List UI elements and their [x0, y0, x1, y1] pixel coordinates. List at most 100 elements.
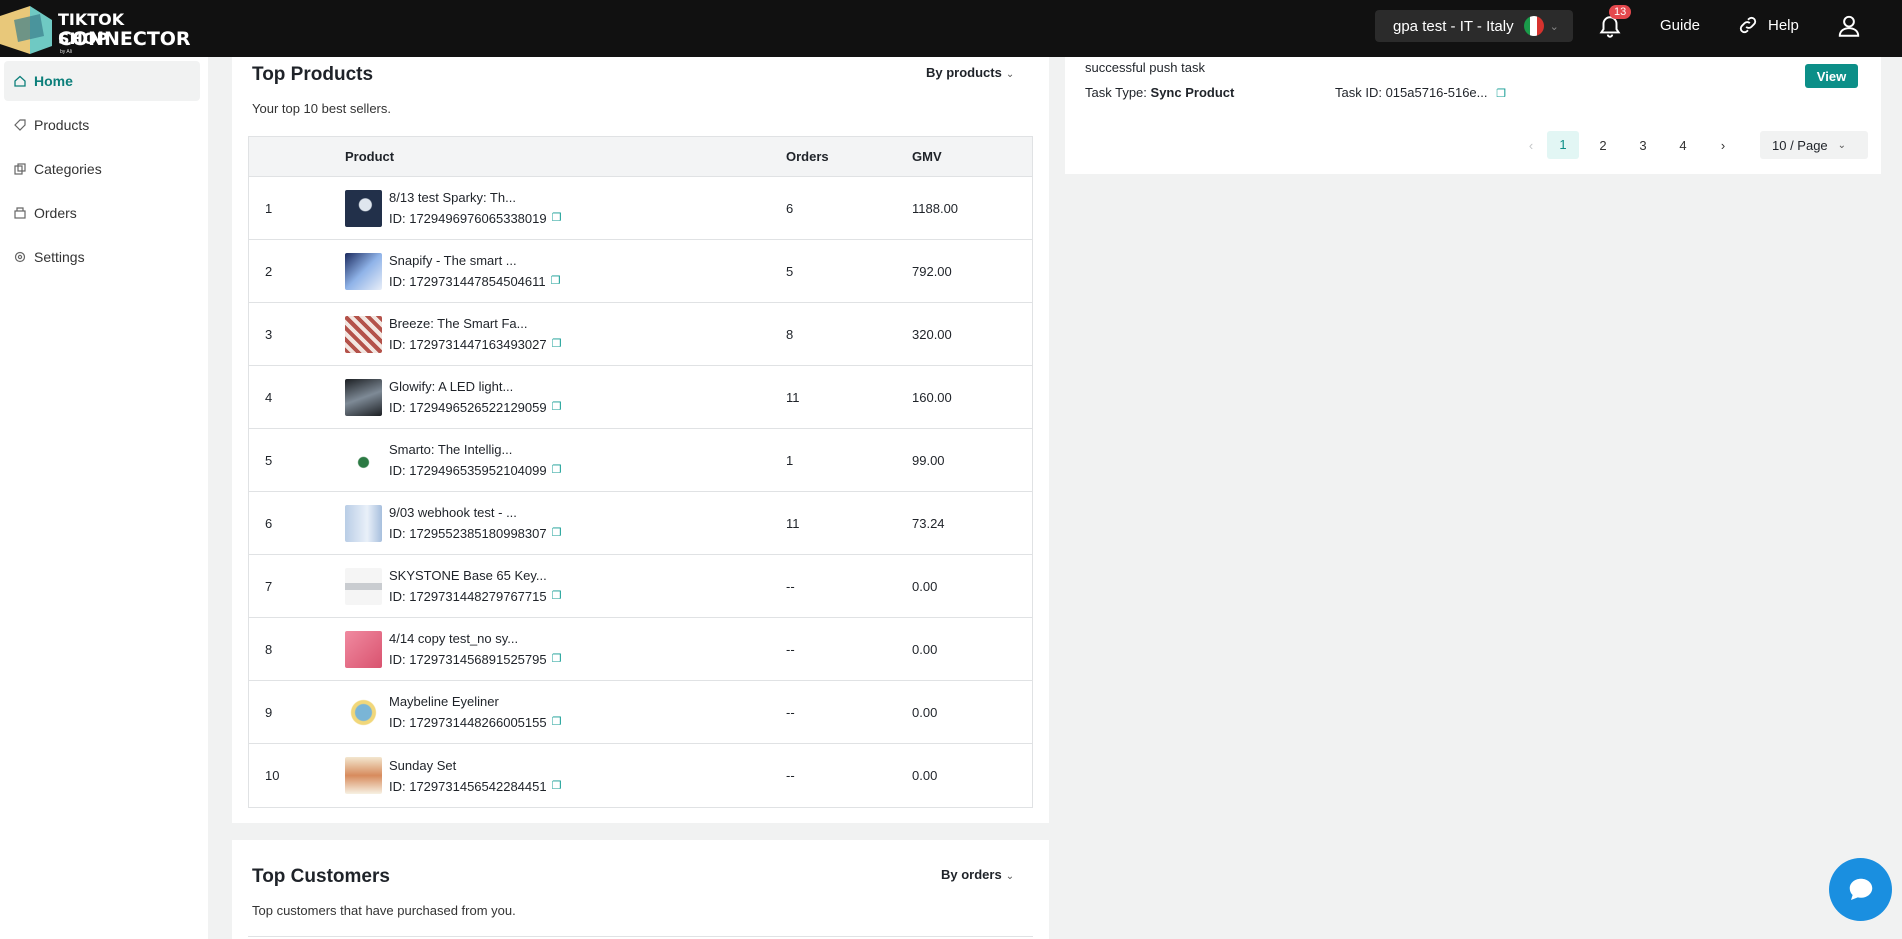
task-type-label: Task Type: — [1085, 85, 1147, 100]
product-thumbnail[interactable] — [345, 189, 382, 227]
sidebar-item-settings[interactable]: Settings — [4, 237, 200, 277]
orders-cell: 11 — [786, 515, 800, 531]
orders-cell: 11 — [786, 389, 800, 405]
gmv-cell: 320.00 — [912, 326, 952, 342]
product-name[interactable]: 9/03 webhook test - ... — [389, 502, 561, 523]
sidebar-item-home[interactable]: Home — [4, 61, 200, 101]
product-cell: Glowify: A LED light... ID: 1729496526522… — [345, 376, 786, 418]
copy-icon[interactable]: ❐ — [552, 712, 562, 733]
product-thumbnail[interactable] — [345, 757, 382, 794]
table-row: 4 Glowify: A LED light... ID: 172949652652… — [249, 366, 1032, 429]
gmv-cell: 99.00 — [912, 452, 945, 468]
orders-cell: 8 — [786, 326, 794, 342]
product-cell: 9/03 webhook test - ... ID: 1729552385180… — [345, 502, 786, 544]
product-id: ID: 1729731456891525795 — [389, 652, 547, 667]
table-row: 1 8/13 test Sparky: Th... ID: 172949697606… — [249, 177, 1032, 240]
copy-icon[interactable]: ❐ — [552, 523, 562, 544]
product-thumbnail[interactable] — [345, 378, 382, 416]
product-id: ID: 1729731448279767715 — [389, 589, 547, 604]
sidebar-item-categories[interactable]: Categories — [4, 149, 200, 189]
top-bar: TIKTOK SHOP CONNECTOR by Ali gpa test - … — [0, 0, 1902, 57]
logo-text-line3: by Ali — [60, 49, 72, 55]
chevron-down-icon: ⌄ — [1837, 139, 1847, 151]
product-thumbnail[interactable] — [345, 630, 382, 668]
product-name[interactable]: 8/13 test Sparky: Th... — [389, 187, 561, 208]
product-thumbnail[interactable] — [345, 693, 382, 731]
top-products-subtitle: Your top 10 best sellers. — [252, 101, 391, 116]
product-cell: 8/13 test Sparky: Th... ID: 1729496976065… — [345, 187, 786, 229]
orders-cell: -- — [786, 768, 795, 783]
gmv-cell: 73.24 — [912, 515, 945, 531]
product-cell: Smarto: The Intellig... ID: 1729496535952… — [345, 439, 786, 481]
product-cell: Breeze: The Smart Fa... ID: 1729731447163… — [345, 313, 786, 355]
gear-icon — [14, 251, 26, 263]
copy-icon[interactable]: ❐ — [551, 271, 561, 292]
product-thumbnail[interactable] — [345, 567, 382, 605]
user-icon[interactable] — [1836, 13, 1862, 39]
copy-icon[interactable]: ❐ — [552, 776, 562, 797]
guide-link[interactable]: Guide — [1660, 17, 1700, 34]
product-thumbnail[interactable] — [345, 252, 382, 290]
product-id: ID: 1729496535952104099 — [389, 463, 547, 478]
gmv-cell: 160.00 — [912, 389, 952, 405]
product-name[interactable]: Maybeline Eyeliner — [389, 691, 561, 712]
chevron-down-icon: ⌄ — [1549, 20, 1559, 33]
copy-icon[interactable]: ❐ — [552, 208, 562, 229]
copy-icon[interactable]: ❐ — [552, 586, 562, 607]
product-thumbnail[interactable] — [345, 315, 382, 353]
product-name[interactable]: Breeze: The Smart Fa... — [389, 313, 561, 334]
product-thumbnail[interactable] — [345, 441, 382, 479]
prev-page-icon[interactable]: ‹ — [1515, 138, 1547, 153]
column-header-gmv: GMV — [912, 149, 942, 164]
per-page-select[interactable]: 10 / Page ⌄ — [1760, 131, 1868, 159]
app-logo[interactable]: TIKTOK SHOP CONNECTOR by Ali — [0, 4, 191, 55]
page-1[interactable]: 1 — [1547, 131, 1579, 159]
top-customers-subtitle: Top customers that have purchased from y… — [252, 903, 516, 918]
rank-cell: 10 — [265, 768, 280, 783]
copy-icon[interactable]: ❐ — [552, 334, 562, 355]
product-name[interactable]: Smarto: The Intellig... — [389, 439, 561, 460]
sidebar: Home Products Categories Orders Settings — [0, 57, 208, 939]
top-customers-sort-select[interactable]: By orders ⌄ — [941, 867, 1014, 882]
copy-icon[interactable]: ❐ — [552, 397, 562, 418]
help-link[interactable]: Help — [1768, 17, 1799, 34]
product-cell: SKYSTONE Base 65 Key... ID: 1729731448279… — [345, 565, 786, 607]
table-body: 1 8/13 test Sparky: Th... ID: 172949697606… — [249, 177, 1032, 807]
product-id: ID: 1729731456542284451 — [389, 778, 547, 794]
table-header: Product Orders GMV — [249, 137, 1032, 177]
top-products-card: Top Products Your top 10 best sellers. B… — [232, 57, 1049, 823]
sidebar-item-orders[interactable]: Orders — [4, 193, 200, 233]
product-name[interactable]: SKYSTONE Base 65 Key... — [389, 565, 561, 586]
task-message: successful push task — [1085, 60, 1205, 75]
chat-button[interactable] — [1829, 858, 1892, 921]
rank-cell: 6 — [265, 515, 273, 531]
copy-icon[interactable]: ❐ — [1496, 88, 1506, 100]
product-id: ID: 1729731447854504611 — [389, 274, 546, 289]
product-name[interactable]: Glowify: A LED light... — [389, 376, 561, 397]
rank-cell: 7 — [265, 578, 273, 594]
top-customers-card: Top Customers Top customers that have pu… — [232, 840, 1049, 939]
next-page-icon[interactable]: › — [1707, 138, 1739, 153]
link-icon[interactable] — [1737, 14, 1759, 36]
chevron-down-icon: ⌄ — [1005, 871, 1015, 882]
product-cell: Sunday Set ID: 1729731456542284451 ❐ — [345, 755, 786, 797]
product-thumbnail[interactable] — [345, 504, 382, 542]
page-3[interactable]: 3 — [1627, 138, 1659, 153]
product-name[interactable]: Snapify - The smart ... — [389, 250, 561, 271]
copy-icon[interactable]: ❐ — [552, 649, 562, 670]
sort-label: By products — [926, 65, 1002, 80]
sidebar-item-products[interactable]: Products — [4, 105, 200, 145]
per-page-label: 10 / Page — [1772, 137, 1828, 153]
italy-flag-icon — [1523, 16, 1544, 36]
view-button[interactable]: View — [1805, 64, 1858, 88]
page-2[interactable]: 2 — [1587, 138, 1619, 153]
copy-icon[interactable]: ❐ — [552, 460, 562, 481]
orders-icon — [14, 207, 26, 219]
store-selector[interactable]: gpa test - IT - Italy ⌄ — [1375, 10, 1573, 42]
product-name[interactable]: 4/14 copy test_no sy... — [389, 628, 561, 649]
top-products-sort-select[interactable]: By products ⌄ — [926, 65, 1014, 80]
rank-cell: 3 — [265, 326, 273, 342]
page-4[interactable]: 4 — [1667, 138, 1699, 153]
product-name[interactable]: Sunday Set — [389, 755, 561, 776]
rank-cell: 4 — [265, 389, 273, 405]
